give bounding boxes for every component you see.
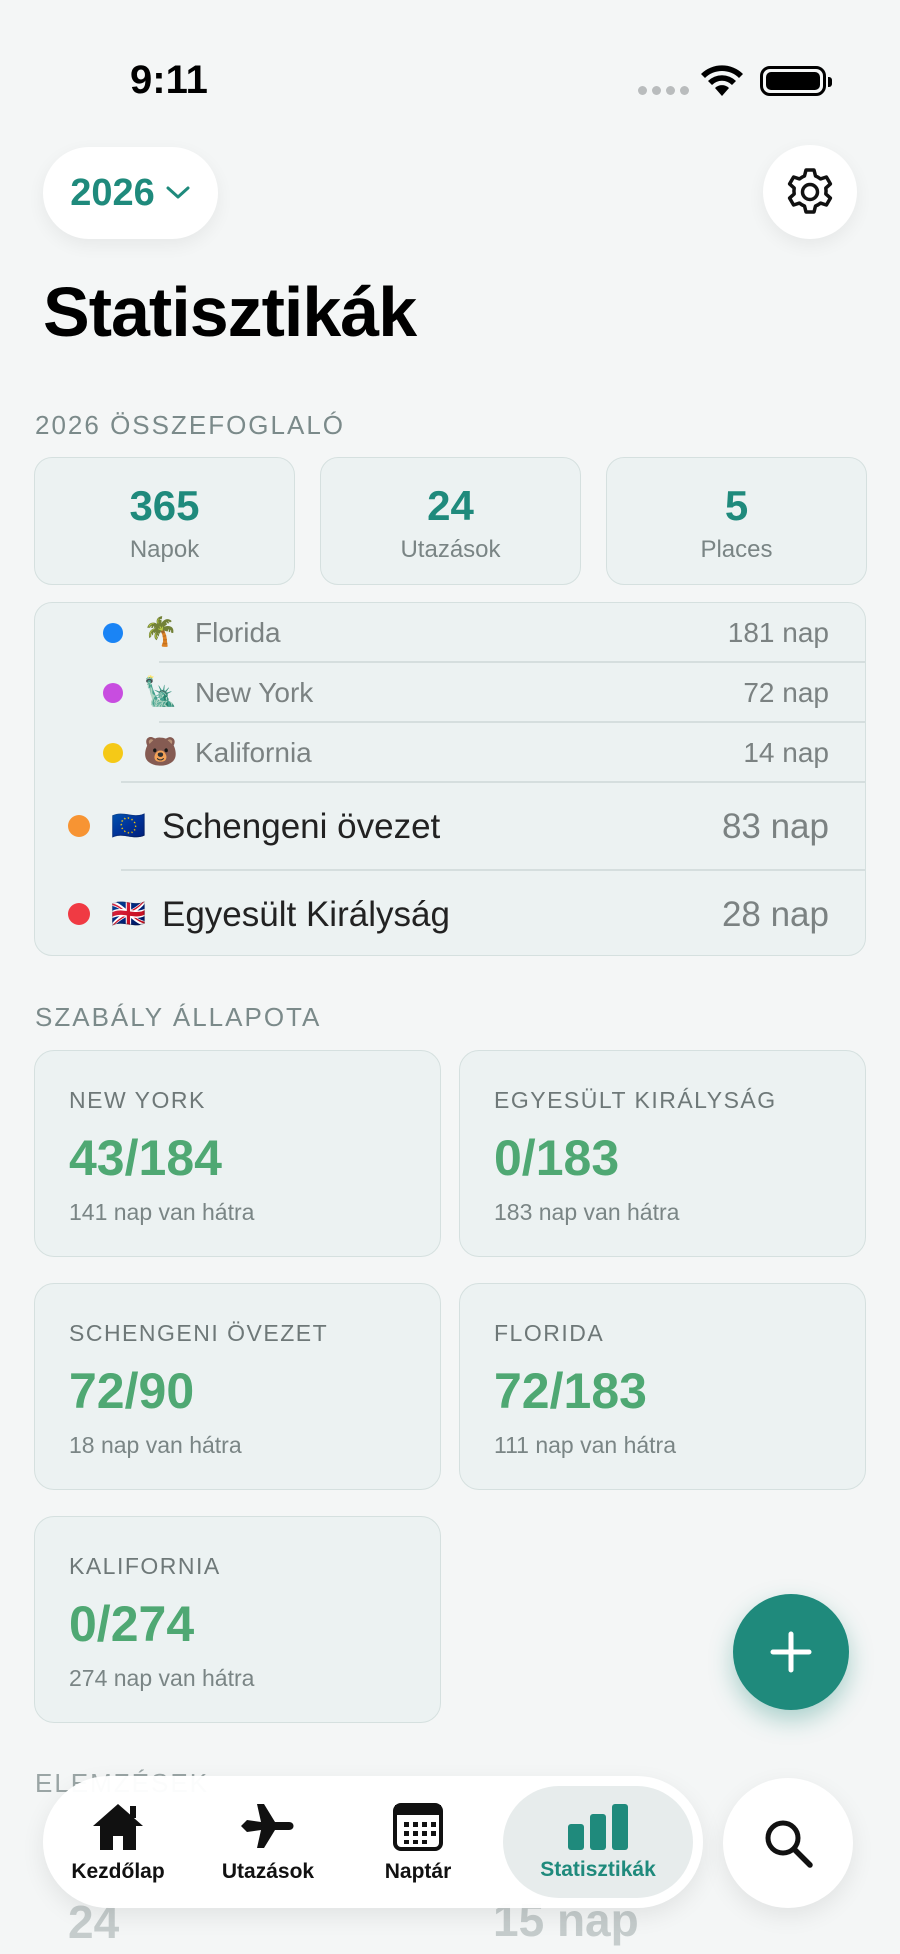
rule-card-florida[interactable]: FLORIDA 72/183 111 nap van hátra xyxy=(459,1283,866,1490)
stat-card-days[interactable]: 365 Napok xyxy=(34,457,295,585)
tab-label: Statisztikák xyxy=(540,1858,656,1881)
rule-title: SCHENGENI ÖVEZET xyxy=(69,1320,329,1346)
places-list: 🌴 Florida 181 nap 🗽 New York 72 nap 🐻 Ka… xyxy=(34,602,866,956)
stat-value: 5 xyxy=(724,482,749,529)
airplane-icon xyxy=(241,1804,294,1848)
rule-value: 43/184 xyxy=(69,1130,222,1186)
search-button[interactable] xyxy=(723,1778,853,1908)
rule-value: 0/274 xyxy=(69,1596,195,1652)
plus-icon xyxy=(770,1631,812,1673)
tab-label: Naptár xyxy=(384,1860,452,1883)
list-item-schengen[interactable]: 🇪🇺 Schengeni övezet 83 nap xyxy=(35,783,865,869)
stat-label: Napok xyxy=(129,536,200,563)
rule-card-new-york[interactable]: NEW YORK 43/184 141 nap van hátra xyxy=(34,1050,441,1257)
list-item-kalifornia[interactable]: 🐻 Kalifornia 14 nap xyxy=(35,723,865,783)
rule-remaining: 183 nap van hátra xyxy=(494,1199,680,1225)
year-label: 2026 xyxy=(70,171,155,214)
rule-value: 0/183 xyxy=(494,1130,620,1186)
color-dot xyxy=(103,743,123,763)
place-name: New York xyxy=(195,677,314,708)
rule-card-kalifornia[interactable]: KALIFORNIA 0/274 274 nap van hátra xyxy=(34,1516,441,1723)
place-name: Florida xyxy=(195,617,281,648)
place-name: Kalifornia xyxy=(195,737,312,768)
tab-home[interactable]: Kezdőlap xyxy=(53,1776,183,1908)
settings-button[interactable] xyxy=(763,145,857,239)
search-icon xyxy=(765,1820,813,1868)
tab-label: Utazások xyxy=(221,1860,315,1883)
list-item-florida[interactable]: 🌴 Florida 181 nap xyxy=(35,603,865,663)
place-days: 83 nap xyxy=(721,807,829,846)
tab-statistics[interactable]: Statisztikák xyxy=(503,1786,693,1898)
rule-remaining: 141 nap van hátra xyxy=(69,1199,255,1225)
place-name: Egyesült Királyság xyxy=(162,895,450,934)
year-selector[interactable]: 2026 xyxy=(43,147,218,239)
tab-bar: Kezdőlap Utazások Naptár Statisztikák xyxy=(43,1776,703,1908)
chevron-down-icon xyxy=(166,186,190,199)
color-dot xyxy=(68,903,90,925)
tab-calendar[interactable]: Naptár xyxy=(353,1776,483,1908)
palm-tree-icon: 🌴 xyxy=(143,616,178,647)
rule-card-uk[interactable]: EGYESÜLT KIRÁLYSÁG 0/183 183 nap van hát… xyxy=(459,1050,866,1257)
list-item-new-york[interactable]: 🗽 New York 72 nap xyxy=(35,663,865,723)
list-item-uk[interactable]: 🇬🇧 Egyesült Királyság 28 nap xyxy=(35,871,865,955)
tab-trips[interactable]: Utazások xyxy=(203,1776,333,1908)
house-icon xyxy=(93,1804,143,1850)
rule-remaining: 274 nap van hátra xyxy=(69,1665,255,1691)
place-days: 14 nap xyxy=(743,737,829,768)
chart-icon xyxy=(568,1804,628,1850)
rule-value: 72/90 xyxy=(69,1363,195,1419)
calendar-icon xyxy=(393,1803,443,1851)
stat-value: 365 xyxy=(129,482,200,529)
color-dot xyxy=(103,623,123,643)
statue-of-liberty-icon: 🗽 xyxy=(143,676,178,707)
rule-title: KALIFORNIA xyxy=(69,1553,221,1579)
wifi-icon xyxy=(701,65,743,96)
tab-label: Kezdőlap xyxy=(71,1860,165,1883)
stat-label: Utazások xyxy=(400,536,501,563)
signal-dots-icon xyxy=(638,86,689,95)
rule-title: NEW YORK xyxy=(69,1087,206,1113)
rule-remaining: 18 nap van hátra xyxy=(69,1432,242,1458)
battery-icon xyxy=(760,66,832,96)
uk-flag-icon: 🇬🇧 xyxy=(111,898,146,929)
summary-section-label: 2026 ÖSSZEFOGLALÓ xyxy=(35,410,346,440)
place-days: 72 nap xyxy=(743,677,829,708)
rule-title: EGYESÜLT KIRÁLYSÁG xyxy=(494,1087,777,1113)
color-dot xyxy=(103,683,123,703)
page-title: Statisztikák xyxy=(43,273,417,351)
rule-value: 72/183 xyxy=(494,1363,647,1419)
gear-icon xyxy=(787,168,833,214)
rule-card-schengen[interactable]: SCHENGENI ÖVEZET 72/90 18 nap van hátra xyxy=(34,1283,441,1490)
place-days: 28 nap xyxy=(721,895,829,934)
add-trip-button[interactable] xyxy=(733,1594,849,1710)
color-dot xyxy=(68,815,90,837)
place-days: 181 nap xyxy=(727,617,829,648)
rules-section-label: SZABÁLY ÁLLAPOTA xyxy=(35,1002,322,1032)
rule-title: FLORIDA xyxy=(494,1320,605,1346)
stat-card-trips[interactable]: 24 Utazások xyxy=(320,457,581,585)
stat-label: Places xyxy=(700,536,773,563)
status-time: 9:11 xyxy=(130,58,208,102)
eu-flag-icon: 🇪🇺 xyxy=(111,810,146,841)
stat-value: 24 xyxy=(427,482,474,529)
rule-remaining: 111 nap van hátra xyxy=(494,1432,677,1458)
bear-icon: 🐻 xyxy=(143,736,178,767)
place-name: Schengeni övezet xyxy=(162,807,441,846)
stat-card-places[interactable]: 5 Places xyxy=(606,457,867,585)
